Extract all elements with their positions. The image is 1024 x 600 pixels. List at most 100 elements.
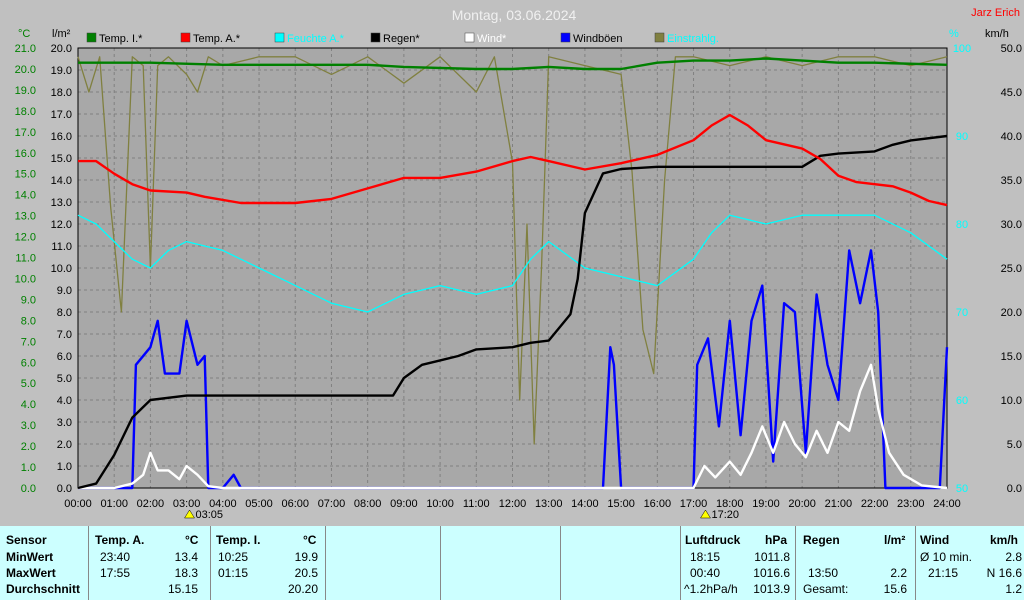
row-label-avg: Durchschnitt <box>6 582 81 596</box>
row-label-min: MinWert <box>6 550 54 564</box>
wind-avg-val: 1.2 <box>1005 582 1022 596</box>
event-marker-label: 03:05 <box>196 509 224 521</box>
humidity-tick-label: 50 <box>956 483 968 495</box>
temp-tick-label: 1.0 <box>21 462 36 474</box>
wind-tick-label: 30.0 <box>1001 219 1022 231</box>
rain-tick-label: 6.0 <box>57 351 72 363</box>
x-tick-label: 20:00 <box>788 498 816 510</box>
temp-i-unit: °C <box>303 533 317 547</box>
x-tick-label: 13:00 <box>535 498 563 510</box>
legend-label: Windböen <box>573 33 623 45</box>
temp-i-header: Temp. I. <box>216 533 261 547</box>
pressure-min-val: 1011.8 <box>754 550 790 564</box>
rain-tick-label: 12.0 <box>51 219 72 231</box>
x-tick-label: 07:00 <box>318 498 346 510</box>
event-marker-icon <box>184 509 195 519</box>
x-tick-label: 23:00 <box>897 498 925 510</box>
temp-tick-label: 8.0 <box>21 315 36 327</box>
temp-a-unit: °C <box>185 533 199 547</box>
rain-tick-label: 11.0 <box>51 241 72 253</box>
pressure-min-time: 18:15 <box>690 550 721 564</box>
rain-tick-label: 15.0 <box>51 153 72 165</box>
x-tick-label: 09:00 <box>390 498 418 510</box>
rain-tick-label: 16.0 <box>51 131 72 143</box>
temp-tick-label: 2.0 <box>21 441 36 453</box>
pressure-unit: hPa <box>765 533 788 547</box>
rain-tick-label: 13.0 <box>51 197 72 209</box>
pressure-trend: ^1.2hPa/h <box>684 582 738 596</box>
wind-tick-label: 5.0 <box>1007 439 1022 451</box>
event-marker-label: 17:20 <box>711 509 739 521</box>
legend-label: Wind* <box>477 33 507 45</box>
wind-tick-label: 35.0 <box>1001 175 1022 187</box>
x-tick-label: 24:00 <box>933 498 961 510</box>
temp-i-max-val: 20.5 <box>294 566 318 580</box>
humidity-unit-label: % <box>949 28 959 40</box>
wind-tick-label: 15.0 <box>1001 351 1022 363</box>
rain-unit-label: l/m² <box>52 28 71 40</box>
x-tick-label: 10:00 <box>426 498 454 510</box>
humidity-tick-label: 60 <box>956 395 968 407</box>
x-tick-label: 11:00 <box>463 498 490 510</box>
chart-title: Montag, 03.06.2024 <box>452 7 577 23</box>
rain-tick-label: 9.0 <box>57 285 72 297</box>
temp-a-min-time: 23:40 <box>100 550 131 564</box>
stats-panel: Sensor MinWert MaxWert Durchschnitt Temp… <box>0 526 1024 600</box>
x-tick-label: 22:00 <box>861 498 889 510</box>
legend-swatch <box>274 32 285 43</box>
x-tick-label: 05:00 <box>245 498 273 510</box>
wind-tick-label: 40.0 <box>1001 131 1022 143</box>
x-tick-label: 16:00 <box>644 498 672 510</box>
x-tick-label: 06:00 <box>281 498 309 510</box>
rain-max-time: 13:50 <box>808 566 839 580</box>
rain-total-val: 15.6 <box>883 582 907 596</box>
x-tick-label: 02:00 <box>137 498 165 510</box>
rain-tick-label: 1.0 <box>57 461 72 473</box>
legend: Temp. I.* Temp. A.* Feuchte A.* Regen* Wind*… <box>86 32 719 45</box>
pressure-max-val: 1016.6 <box>753 566 790 580</box>
wind-unit-label: km/h <box>985 28 1009 40</box>
temp-a-min-val: 13.4 <box>174 550 198 564</box>
humidity-tick-label: 80 <box>956 219 968 231</box>
x-tick-label: 17:00 <box>680 498 708 510</box>
rain-tick-label: 18.0 <box>51 87 72 99</box>
humidity-tick-label: 90 <box>956 131 968 143</box>
temp-tick-label: 15.0 <box>15 169 36 181</box>
row-label-max: MaxWert <box>6 566 56 580</box>
wind-avg10-val: 2.8 <box>1005 550 1022 564</box>
wind-unit: km/h <box>990 533 1019 547</box>
temp-tick-label: 4.0 <box>21 399 36 411</box>
temp-tick-label: 18.0 <box>15 106 36 118</box>
weather-chart: Montag, 03.06.2024 Jarz Erich °C l/m² % … <box>15 7 1022 521</box>
wind-max-val: N 16.6 <box>986 566 1022 580</box>
rain-header: Regen <box>803 533 840 547</box>
legend-swatch <box>180 32 191 43</box>
x-tick-label: 12:00 <box>499 498 527 510</box>
x-tick-label: 19:00 <box>752 498 780 510</box>
temp-tick-label: 10.0 <box>15 273 36 285</box>
humidity-tick-label: 70 <box>956 307 968 319</box>
temp-tick-label: 3.0 <box>21 420 36 432</box>
temp-i-avg-val: 20.20 <box>287 582 318 596</box>
legend-label: Regen* <box>383 33 420 45</box>
temp-tick-label: 7.0 <box>21 336 36 348</box>
temp-tick-label: 16.0 <box>15 148 36 160</box>
rain-tick-label: 14.0 <box>51 175 72 187</box>
wind-avg10-label: Ø 10 min. <box>920 550 973 564</box>
rain-tick-label: 5.0 <box>57 373 72 385</box>
legend-swatch <box>654 32 665 43</box>
x-tick-label: 00:00 <box>64 498 92 510</box>
x-tick-label: 21:00 <box>825 498 853 510</box>
event-markers: 03:05 17:20 <box>184 509 739 521</box>
legend-swatch <box>86 32 97 43</box>
temp-i-min-time: 10:25 <box>218 550 249 564</box>
wind-tick-label: 50.0 <box>1001 43 1022 55</box>
wind-tick-label: 45.0 <box>1001 87 1022 99</box>
x-tick-label: 01:00 <box>100 498 128 510</box>
wind-header: Wind <box>920 533 950 547</box>
wind-max-time: 21:15 <box>928 566 959 580</box>
x-tick-label: 08:00 <box>354 498 382 510</box>
temp-a-avg-val: 15.15 <box>167 582 198 596</box>
rain-tick-label: 4.0 <box>57 395 72 407</box>
temp-tick-label: 20.0 <box>15 64 36 76</box>
